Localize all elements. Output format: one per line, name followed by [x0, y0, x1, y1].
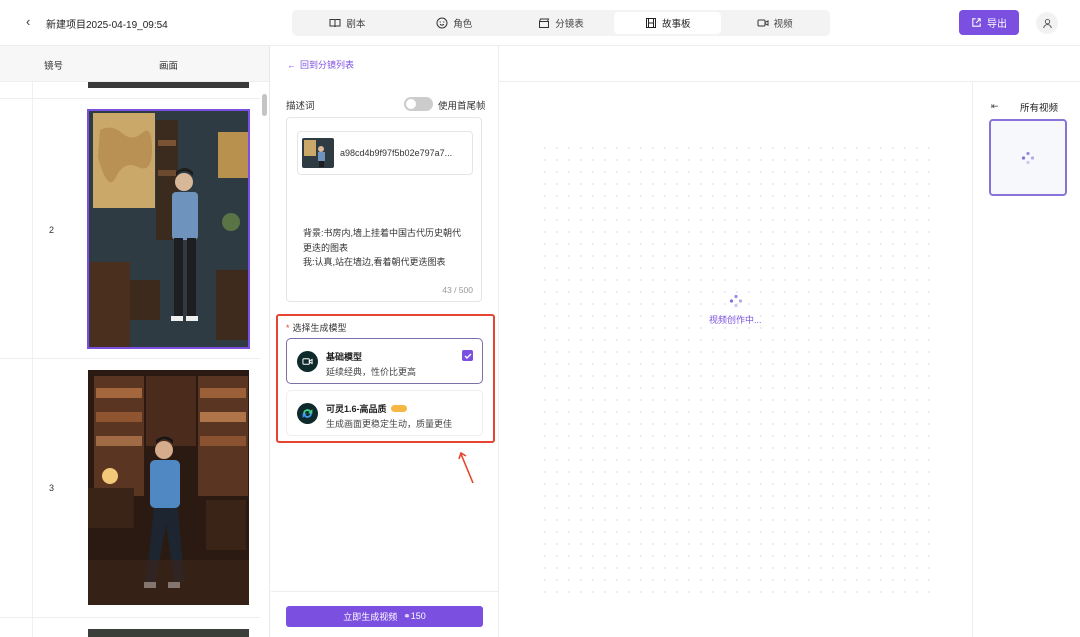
tab-label: 分镜表	[555, 19, 584, 30]
column-divider	[32, 82, 33, 637]
reference-image-card[interactable]: a98cd4b9f97f5b02e797a7...	[297, 131, 473, 175]
character-count: 43 / 500	[442, 285, 473, 295]
export-button[interactable]: 导出	[959, 10, 1019, 35]
model-title: 基础模型	[326, 352, 363, 362]
shot-list-panel: 镜号 画面 2 3	[0, 46, 270, 637]
library-image	[88, 370, 249, 605]
all-videos-title: 所有视频	[1020, 103, 1059, 114]
shot-thumbnail-next[interactable]	[88, 629, 249, 637]
row-divider	[0, 358, 260, 359]
kling-logo-icon	[297, 403, 318, 424]
model-title: 可灵1.6-高品质	[326, 402, 407, 415]
main-tabs: 剧本 角色 分镜表 故事板 视频	[292, 10, 830, 36]
column-header-number: 镜号	[44, 61, 64, 72]
model-option-kling[interactable]: 可灵1.6-高品质 生成画面更稳定生动，质量更佳	[286, 390, 483, 436]
reference-image-name: a98cd4b9f97f5b02e797a7...	[340, 148, 453, 158]
user-icon	[1042, 18, 1052, 28]
loading-spinner-icon	[729, 294, 743, 308]
tab-storyboard[interactable]: 故事板	[614, 12, 722, 34]
tab-label: 剧本	[346, 19, 366, 30]
checkbox-checked-icon[interactable]	[462, 350, 473, 361]
loading-spinner-icon	[1021, 151, 1035, 165]
model-subtitle: 延续经典，性价比更高	[326, 367, 417, 377]
model-option-basic[interactable]: 基础模型 延续经典，性价比更高	[286, 338, 483, 384]
credit-icon: ⚭	[403, 611, 411, 621]
tab-label: 视频	[773, 19, 793, 30]
shot-thumbnail-previous[interactable]	[88, 82, 249, 88]
tab-label: 故事板	[662, 19, 691, 30]
video-item-generating[interactable]	[989, 119, 1067, 196]
footer-divider	[271, 591, 499, 592]
red-arrow-annotation-icon	[458, 451, 474, 484]
column-header-image: 画面	[159, 61, 179, 72]
tab-script[interactable]: 剧本	[294, 12, 401, 34]
prompt-line: 背景:书房内,墙上挂着中国古代历史朝代	[303, 228, 462, 238]
required-asterisk: *	[286, 323, 290, 333]
top-header: ‹ 新建项目2025-04-19_09:54 剧本 角色 分镜表 故事板 视频 …	[0, 0, 1080, 46]
description-label: 描述词	[286, 101, 315, 112]
back-to-shot-list-link[interactable]: ← 回到分镜列表	[287, 58, 354, 71]
arrow-left-icon: ←	[287, 59, 296, 70]
first-last-frame-toggle[interactable]	[404, 97, 433, 111]
film-icon	[646, 18, 657, 28]
shot-list-header: 镜号 画面	[0, 46, 269, 82]
dot-grid-background	[539, 142, 939, 602]
first-last-frame-label: 使用首尾帧	[438, 101, 486, 112]
tab-characters[interactable]: 角色	[401, 12, 508, 34]
video-camera-icon	[757, 19, 769, 27]
row-divider	[0, 617, 260, 618]
shot-thumbnail-2[interactable]	[87, 109, 250, 349]
shot-thumbnail-3[interactable]	[88, 370, 249, 605]
prompt-text: 背景:书房内,墙上挂着中国古代历史朝代 更迭的图表 我:认真,站在墙边,看着朝代…	[303, 226, 479, 270]
user-avatar[interactable]	[1036, 12, 1058, 34]
tab-label: 角色	[453, 19, 473, 30]
generate-label: 立即生成视频	[343, 612, 398, 622]
all-videos-panel: ⇤ 所有视频	[972, 82, 1080, 637]
pro-badge	[390, 405, 407, 412]
export-icon	[972, 18, 981, 27]
reference-image-thumbnail	[302, 138, 334, 168]
back-arrow-icon[interactable]: ‹	[26, 15, 38, 29]
back-link-label: 回到分镜列表	[300, 60, 355, 70]
project-title: 新建项目2025-04-19_09:54	[46, 20, 168, 31]
prompt-textarea[interactable]: a98cd4b9f97f5b02e797a7... 背景:书房内,墙上挂着中国古…	[286, 117, 482, 302]
study-room-image	[88, 110, 249, 348]
shot-number: 3	[49, 483, 55, 493]
book-icon	[329, 19, 341, 28]
model-subtitle: 生成画面更稳定生动，质量更佳	[326, 419, 453, 429]
generation-control-panel: ← 回到分镜列表 描述词 使用首尾帧 a98cd4b9f97f5b02e797a…	[271, 46, 499, 637]
clapper-icon	[539, 18, 550, 28]
video-camera-icon	[297, 351, 318, 372]
generate-video-button[interactable]: 立即生成视频 ⚭150	[286, 606, 483, 627]
shot-list-scrollbar[interactable]	[262, 94, 267, 116]
tab-video[interactable]: 视频	[721, 12, 828, 34]
generation-status-text: 视频创作中...	[709, 315, 762, 325]
prompt-line: 我:认真,站在墙边,看着朝代更迭图表	[303, 257, 446, 267]
smile-icon	[436, 17, 448, 29]
model-selection-label: * 选择生成模型	[286, 323, 347, 333]
row-divider	[0, 98, 260, 99]
tab-shot-table[interactable]: 分镜表	[508, 12, 615, 34]
collapse-panel-icon[interactable]: ⇤	[991, 101, 999, 112]
shot-number: 2	[49, 225, 55, 235]
video-preview-area: 视频创作中...	[499, 82, 972, 637]
prompt-line: 更迭的图表	[303, 242, 349, 253]
export-label: 导出	[987, 19, 1007, 30]
credit-cost: ⚭150	[403, 611, 426, 621]
